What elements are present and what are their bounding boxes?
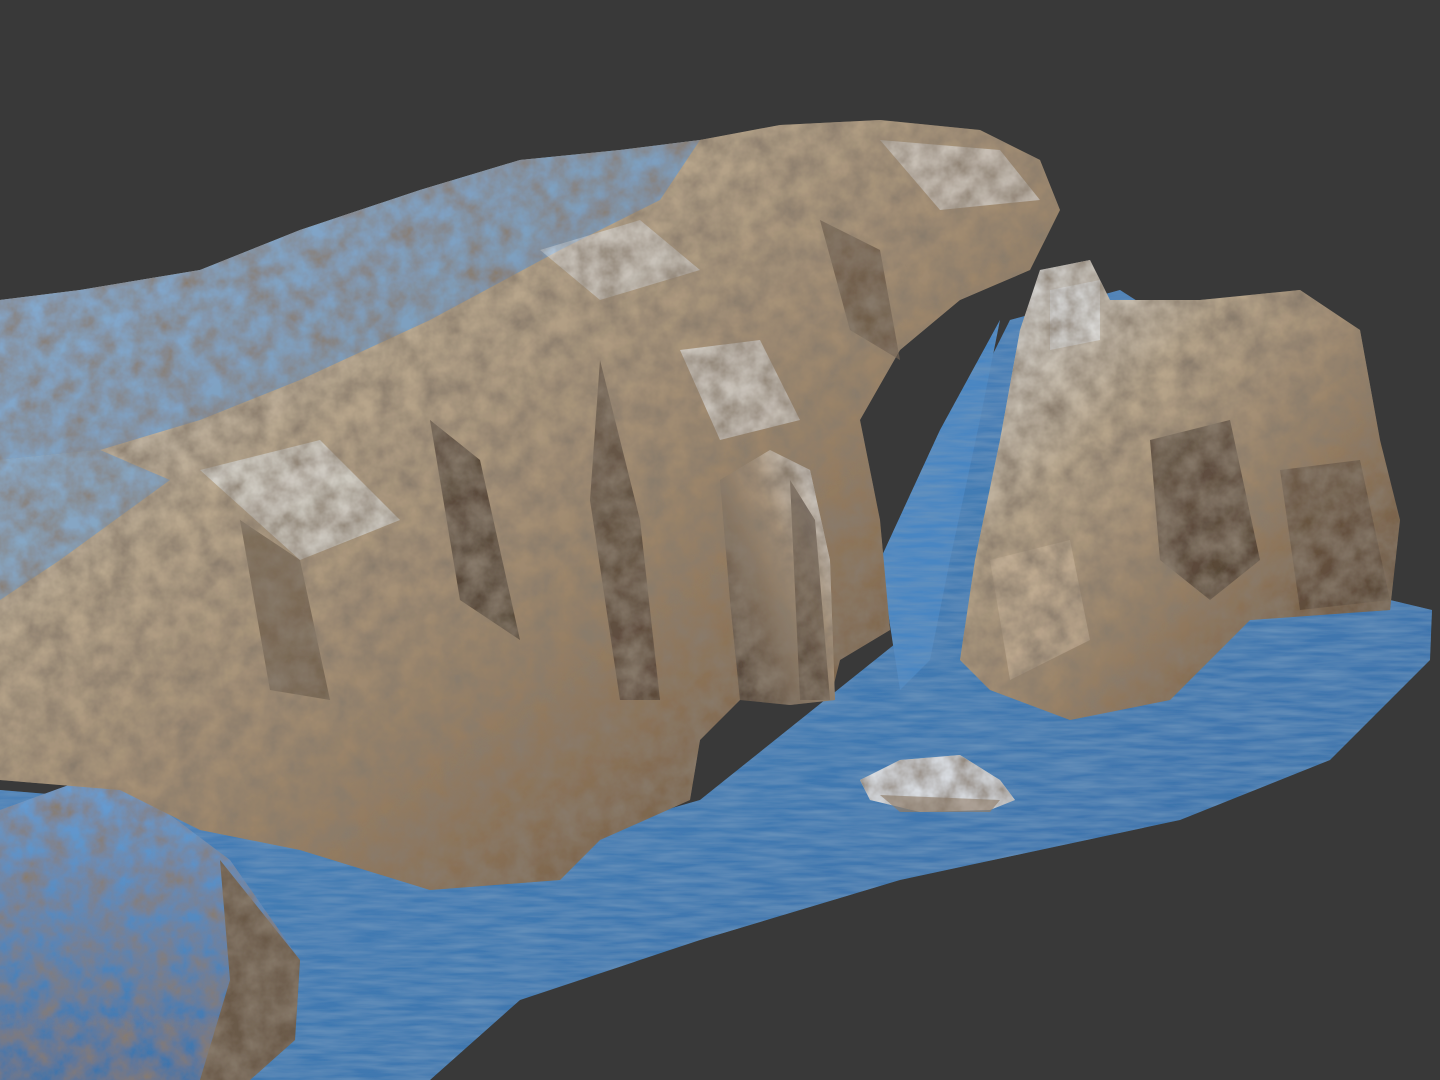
terrain-render xyxy=(0,120,1432,1080)
viewport[interactable] xyxy=(0,0,1440,1080)
